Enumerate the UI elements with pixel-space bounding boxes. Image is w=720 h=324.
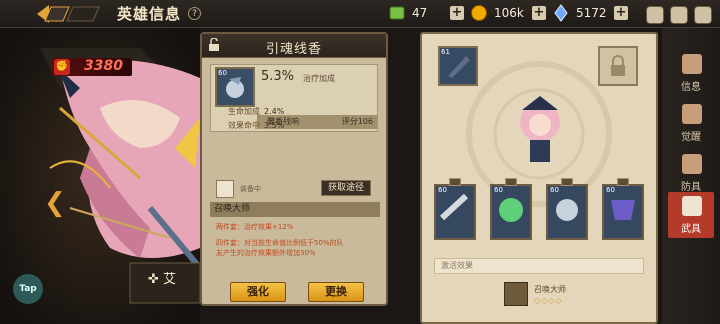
set-bonus-four-piece-line1: 四件套：对当前生命值比例低于50%的队 [216,239,344,247]
gold-coin-value: 106k [494,6,524,20]
item-name: 引魂线香 [265,42,322,57]
tab-info[interactable]: 信息 [668,50,714,96]
green-gem-icon [389,6,405,20]
hero-chibi [520,96,560,162]
combat-power: ✊ 3380 [52,58,132,76]
resource-gold-coin: 106k + [470,3,546,23]
combat-power-value: 3380 [84,58,123,74]
item-icon-slot: 60 [215,67,255,107]
slot-level: 60 [606,186,615,194]
equipped-status: 装备中 [240,185,261,193]
info-icon [682,54,702,74]
slot-level: 60 [494,186,503,194]
blue-crystal-icon [554,4,568,22]
slot-tag-icon [449,178,461,186]
slot-tag-icon [505,178,517,186]
slot-tag-icon [561,178,573,186]
help-icon[interactable]: ? [188,7,201,20]
main-stat-value: 5.3% [261,69,295,84]
mail-icon[interactable] [670,6,688,24]
activate-effect-bar: 激活效果 [434,258,644,274]
lock-icon [611,55,625,76]
gold-coin-icon [471,5,487,21]
item-detail-panel: 引魂线香 60 5.3% 治疗加成 馨香残响 评分106 生命加成 2.4% 效果… [200,32,388,306]
set-bonus-four-piece-line2: 友产生的治疗效果额外增加30% [216,249,316,257]
resource-green-gem: 47 + [388,3,464,23]
set-bonus-name: 召唤大师 [534,285,566,294]
sub-stat-hit: 效果命中 3.5% [228,120,284,131]
green-gem-value: 47 [412,6,428,20]
sub-stat-value: 3.5% [264,121,285,130]
equip-slot-3[interactable]: 60 [546,178,588,240]
top-bar: 英雄信息 ? 47 + 106k + 5172 + [0,0,720,28]
equipped-row: 装备中 获取途径 [216,180,382,198]
tab-label: 觉醒 [681,132,701,143]
equipped-hero-avatar [216,180,234,198]
tab-armor[interactable]: 防具 [668,150,714,196]
awaken-icon [682,104,702,124]
armor-icon [682,154,702,174]
hero-tab-sidebar: 信息 觉醒 防具 武具 [662,28,720,324]
tab-awaken[interactable]: 觉醒 [668,100,714,146]
tab-weapon[interactable]: 武具 [668,192,714,238]
menu-icon[interactable] [694,6,712,24]
sub-stat-value: 2.4% [264,107,285,116]
set-bonus-icon[interactable] [504,282,528,306]
set-bonus-stars: ◇◇◇◇ [534,296,563,305]
tap-button[interactable]: Tap [13,274,43,304]
move-icon: ✜ [148,272,159,287]
hero-name-label: ✜ 艾 [148,268,178,292]
add-crystal-button[interactable]: + [614,6,628,20]
hero-name-text: 艾 [163,272,177,287]
tab-label: 信息 [681,82,701,93]
add-green-gem-button[interactable]: + [450,6,464,20]
slot-tag-icon [617,178,629,186]
equipment-panel: 61 60 60 60 60 激活效果 召唤大师 ◇◇◇◇ [420,32,658,324]
set-bonus-title: 召唤大师 [210,202,380,217]
equip-slot-2[interactable]: 60 [490,178,532,240]
weapon-level: 61 [441,48,450,56]
sub-stat-label: 效果命中 [228,121,260,130]
fist-icon: ✊ [54,59,70,75]
sub-stat-label: 生命加成 [228,107,260,116]
slot-level: 60 [438,186,447,194]
replace-button[interactable]: 更换 [308,282,364,302]
chat-icon[interactable] [646,6,664,24]
item-panel-header: 引魂线香 [202,34,386,58]
item-level: 60 [218,69,227,77]
sub-stat-hp: 生命加成 2.4% [228,106,284,117]
main-stat-label: 治疗加成 [303,74,335,83]
slot-level: 60 [550,186,559,194]
back-icon[interactable] [33,3,103,25]
page-title: 英雄信息 [117,5,182,23]
locked-slot[interactable] [598,46,638,86]
resource-blue-crystal: 5172 + [552,3,628,23]
enhance-button[interactable]: 强化 [230,282,286,302]
blue-crystal-value: 5172 [576,6,607,20]
set-bonus-two-piece: 两件套：治疗效果+12% [216,223,294,231]
equip-slot-1[interactable]: 60 [434,178,476,240]
weapon-slot[interactable]: 61 [438,46,478,86]
tab-label: 防具 [681,182,701,193]
equip-slot-4[interactable]: 60 [602,178,644,240]
game-screen: ❮ Tap ✜ 艾 ✊ 3380 英雄信息 ? 47 + 106k + 5172… [0,0,720,324]
tab-label: 武具 [681,224,701,235]
add-gold-button[interactable]: + [532,6,546,20]
prev-hero-arrow[interactable]: ❮ [44,188,66,218]
item-score: 评分106 [341,117,373,126]
get-path-button[interactable]: 获取途径 [321,180,371,196]
weapon-tab-icon [682,196,702,216]
